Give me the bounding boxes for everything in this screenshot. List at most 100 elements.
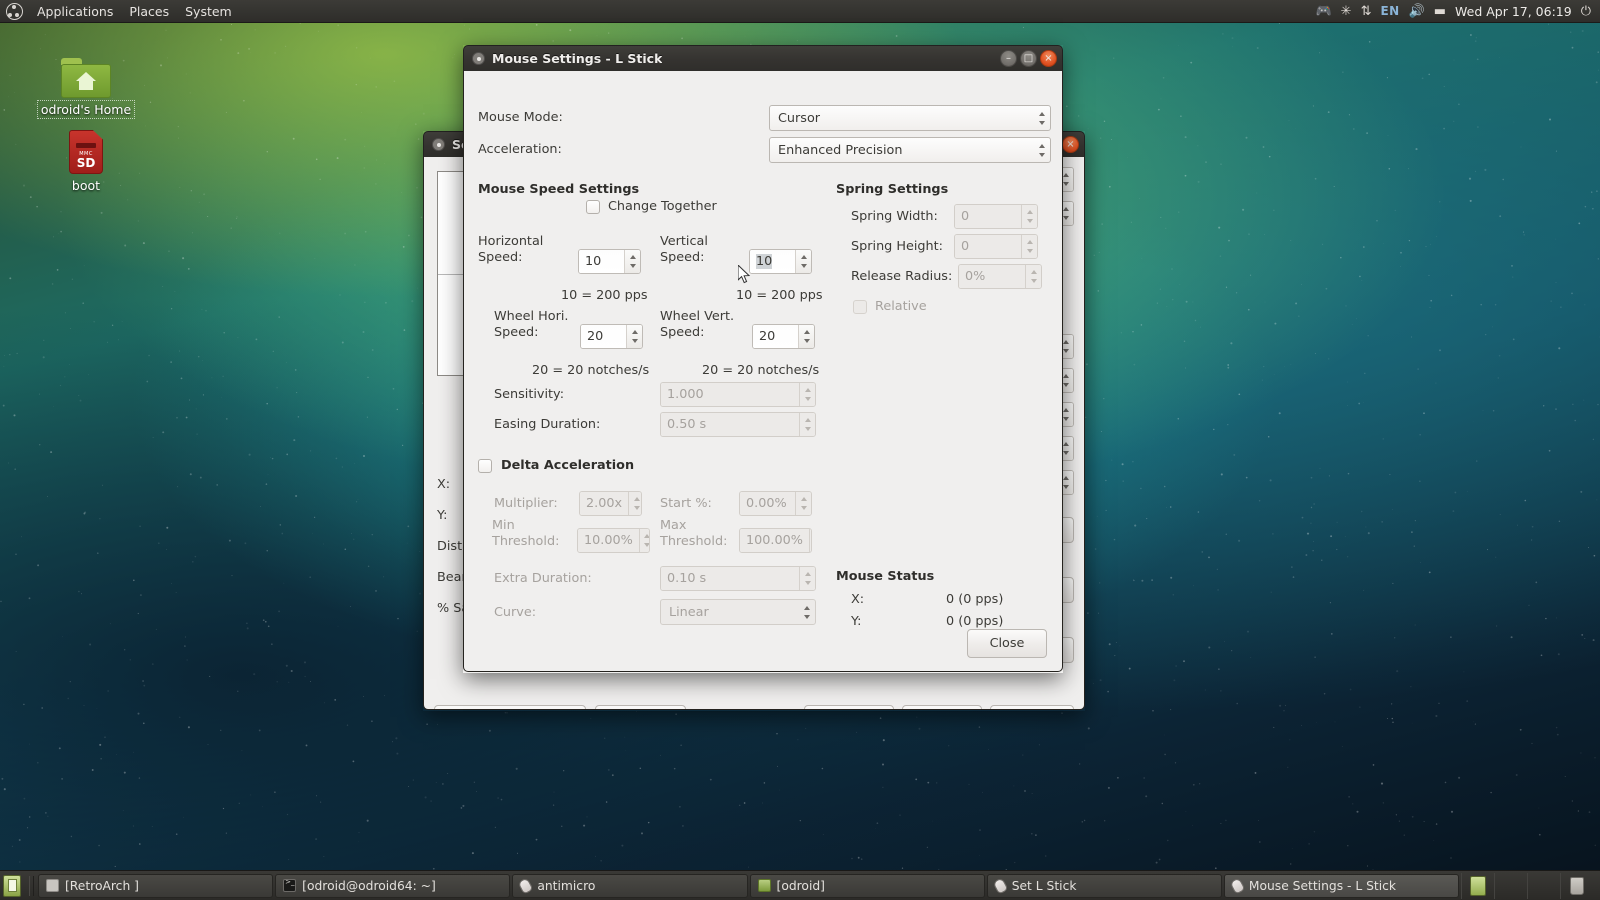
extra-duration-value: 0.10 s [661, 567, 799, 590]
delta-acceleration-checkbox[interactable] [478, 459, 492, 473]
dialog-minimize-button[interactable]: – [1000, 50, 1017, 67]
release-radius-spinner[interactable]: 0% [958, 264, 1042, 289]
power-icon[interactable]: ⏻ [1581, 0, 1591, 23]
vertical-speed-spinner[interactable]: 10 [749, 249, 812, 274]
spinner-arrows-icon[interactable] [626, 325, 642, 348]
multiplier-spinner[interactable]: 2.00x [579, 491, 642, 516]
curve-select[interactable]: Linear [660, 599, 816, 625]
delta-acceleration-row[interactable]: Delta Acceleration [478, 458, 634, 473]
change-together-row[interactable]: Change Together [586, 199, 717, 214]
spring-height-spinner[interactable]: 0 [954, 234, 1038, 259]
spring-width-label-row: Spring Width: [851, 209, 938, 224]
spinner-arrows-icon[interactable] [1025, 265, 1041, 288]
sensitivity-spinner[interactable]: 1.000 [660, 382, 816, 407]
menu-places[interactable]: Places [121, 0, 177, 23]
extra-duration-spinner[interactable]: 0.10 s [660, 566, 816, 591]
bg-close-button[interactable]: × [1062, 136, 1079, 153]
dialog-close-action-button[interactable]: Close [967, 629, 1047, 658]
quick-set-button[interactable]: Quick Set [595, 705, 686, 711]
spinner-arrows-icon[interactable] [795, 492, 811, 515]
spinner-arrows-icon[interactable] [799, 383, 815, 406]
wheel-hori-speed-hint: 20 = 20 notches/s [532, 363, 649, 378]
dialog-titlebar[interactable]: Mouse Settings - L Stick – □ × [463, 45, 1063, 71]
spring-height-value: 0 [955, 235, 1021, 258]
network-updown-icon[interactable]: ⇅ [1361, 0, 1372, 23]
gamepad-icon[interactable]: 🎮 [1315, 0, 1331, 23]
taskbar-item-terminal-label: [odroid@odroid64: ~] [302, 879, 436, 893]
wheel-hori-label-l2: Speed: [494, 325, 538, 340]
relative-checkbox[interactable] [853, 300, 867, 314]
horizontal-speed-hint: 10 = 200 pps [561, 288, 648, 303]
taskbar-item-mouse-settings[interactable]: Mouse Settings - L Stick [1224, 874, 1459, 898]
spinner-arrows-icon[interactable] [1021, 235, 1037, 258]
battery-icon[interactable]: ▬ [1434, 0, 1446, 23]
spinner-arrows-icon[interactable] [624, 250, 640, 273]
sd-card-icon: MMCSD [36, 124, 136, 174]
acceleration-select[interactable]: Enhanced Precision [769, 137, 1051, 163]
dialog-close-row: Close [967, 629, 1047, 658]
spinner-arrows-icon[interactable] [795, 250, 811, 273]
taskbar-item-terminal[interactable]: [odroid@odroid64: ~] [275, 874, 510, 898]
tray-cell-2[interactable] [1494, 873, 1527, 899]
max-threshold-spinner[interactable]: 100.00% [739, 528, 812, 553]
desktop-icon-home[interactable]: odroid's Home [36, 48, 136, 118]
controller-mapping-button[interactable]: Controller Mapping [434, 705, 586, 711]
pref-button[interactable]: Pref [902, 705, 982, 711]
trash-button[interactable] [1560, 873, 1593, 899]
wheel-vert-speed-hint: 20 = 20 notches/s [702, 363, 819, 378]
dialog-close-button[interactable]: × [1040, 50, 1057, 67]
names-button[interactable]: Names [804, 705, 894, 711]
spinner-arrows-icon[interactable] [799, 413, 815, 436]
clock[interactable]: Wed Apr 17, 06:19 [1455, 4, 1572, 19]
horizontal-speed-hint-row: 10 = 200 pps [561, 288, 648, 303]
ubuntu-logo-icon[interactable] [6, 3, 23, 20]
wheel-vert-speed-spinner[interactable]: 20 [752, 324, 815, 349]
keyboard-layout-indicator[interactable]: EN [1380, 4, 1399, 18]
taskbar-item-set-l-stick[interactable]: Set L Stick [987, 874, 1222, 898]
mouse-status-x-value-row: 0 (0 pps) [946, 592, 1003, 607]
top-panel-tray: 🎮 ✳ ⇅ EN 🔊 ▬ Wed Apr 17, 06:19 ⏻ [1315, 0, 1600, 23]
spinner-arrows-icon[interactable] [1021, 205, 1037, 228]
spinner-arrows-icon[interactable] [798, 325, 814, 348]
extra-duration-label: Extra Duration: [494, 571, 592, 586]
spring-width-spinner[interactable]: 0 [954, 204, 1038, 229]
dialog-maximize-button[interactable]: □ [1020, 50, 1037, 67]
mouse-mode-select[interactable]: Cursor [769, 105, 1051, 131]
spring-width-label: Spring Width: [851, 209, 938, 224]
volume-icon[interactable]: 🔊 [1409, 0, 1425, 23]
taskbar-item-odroid[interactable]: [odroid] [750, 874, 985, 898]
app-icon [432, 138, 445, 151]
horizontal-speed-spinner[interactable]: 10 [578, 249, 641, 274]
reset-button[interactable]: Reset [990, 705, 1074, 711]
mouse-icon [1229, 877, 1245, 895]
min-threshold-spinner[interactable]: 10.00% [577, 528, 650, 553]
change-together-checkbox[interactable] [586, 200, 600, 214]
wheel-vert-speed-label: Wheel Vert. Speed: [660, 309, 758, 341]
chevron-updown-icon [798, 600, 815, 624]
bg-window-toolbar: Controller Mapping Quick Set Names Pref … [434, 703, 1074, 710]
spring-height-label-row: Spring Height: [851, 239, 943, 254]
spinner-arrows-icon[interactable] [799, 567, 815, 590]
mouse-mode-value: Cursor [770, 106, 1033, 130]
taskbar-item-antimicro[interactable]: antimicro [512, 874, 747, 898]
mouse-cursor [738, 265, 752, 285]
relative-row[interactable]: Relative [853, 299, 927, 314]
easing-duration-spinner[interactable]: 0.50 s [660, 412, 816, 437]
desktop-icon-boot[interactable]: MMCSD boot [36, 124, 136, 194]
spring-settings-heading: Spring Settings [836, 182, 948, 197]
window-mouse-settings[interactable]: Mouse Settings - L Stick – □ × Mouse Mod… [463, 45, 1063, 673]
taskbar-item-retroarch[interactable]: [RetroArch ] [38, 874, 273, 898]
start-pct-spinner[interactable]: 0.00% [739, 491, 812, 516]
tray-cell-3[interactable] [1527, 873, 1560, 899]
spinner-arrows-icon[interactable] [639, 529, 650, 552]
show-desktop-icon[interactable] [3, 875, 21, 897]
multiplier-label-row: Multiplier: [494, 496, 558, 511]
mouse-status-x-value: 0 (0 pps) [946, 592, 1003, 607]
menu-applications[interactable]: Applications [29, 0, 121, 23]
bluetooth-icon[interactable]: ✳ [1341, 0, 1352, 23]
spinner-arrows-icon[interactable] [628, 492, 642, 515]
workspace-switcher[interactable] [1461, 873, 1494, 899]
spinner-arrows-icon[interactable] [809, 529, 812, 552]
wheel-hori-speed-spinner[interactable]: 20 [580, 324, 643, 349]
menu-system[interactable]: System [177, 0, 240, 23]
